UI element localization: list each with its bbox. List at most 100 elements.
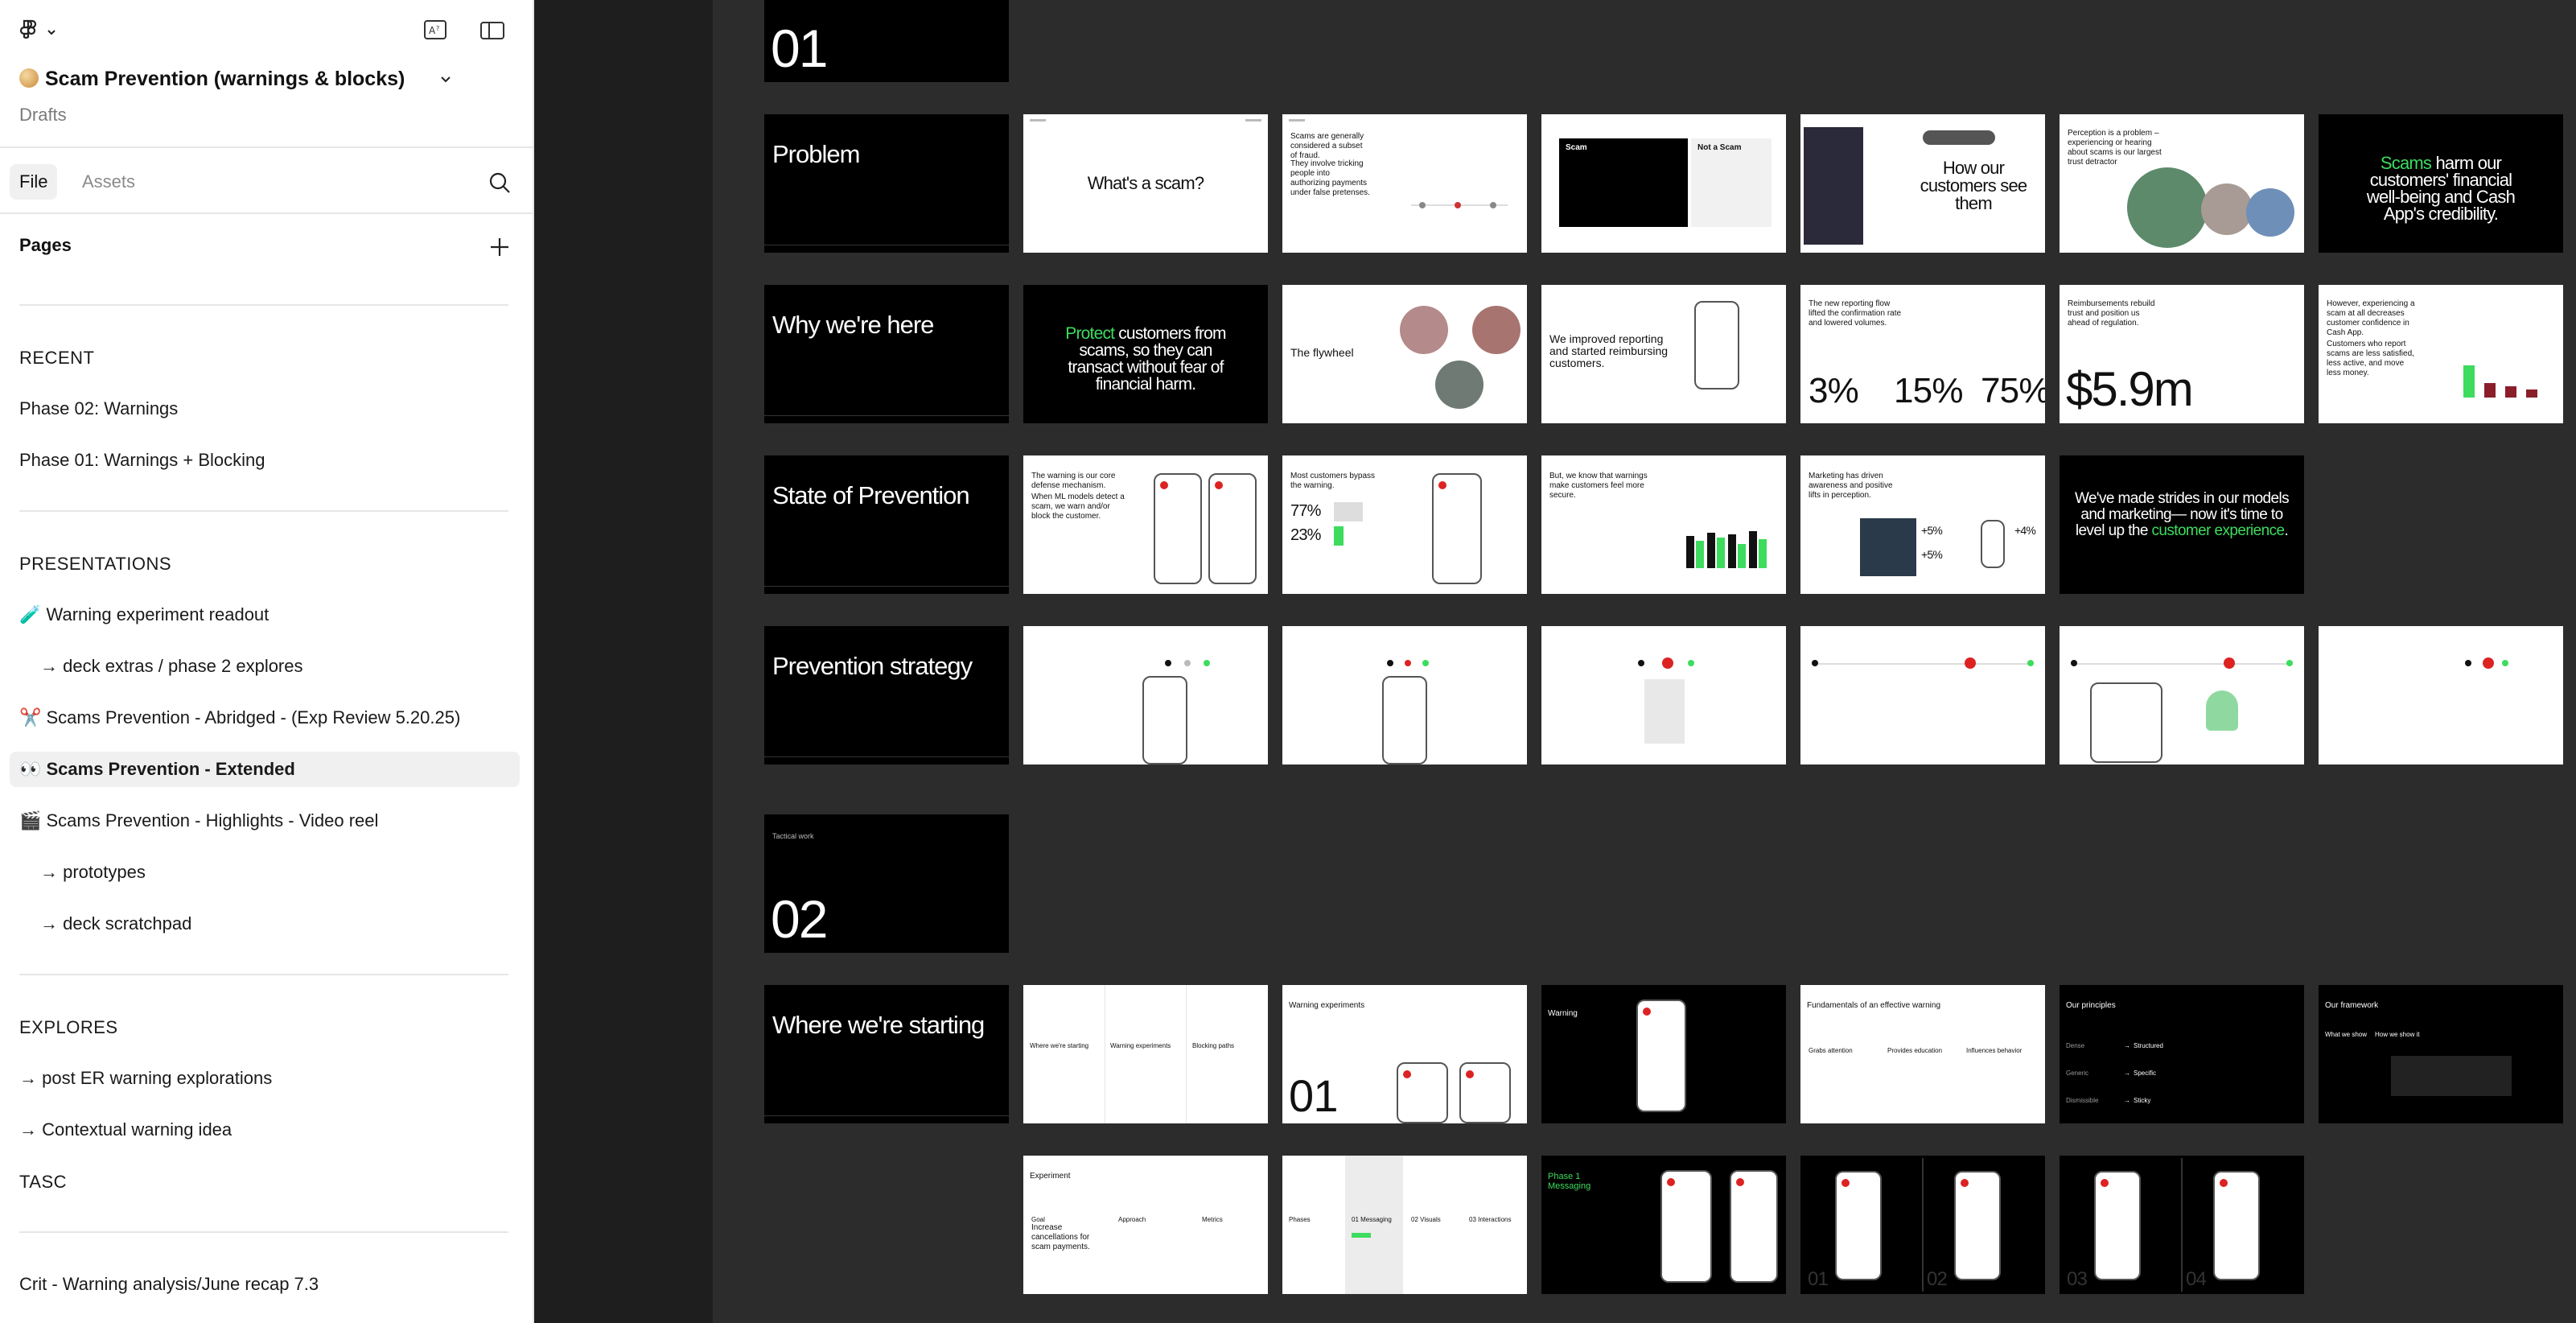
step-dot — [1387, 660, 1393, 666]
project-location[interactable]: Drafts — [19, 105, 67, 126]
phone-mockup — [2090, 682, 2162, 763]
tab-assets[interactable]: Assets — [72, 164, 145, 200]
slide-strategy-4[interactable] — [1800, 626, 2045, 765]
section-number: 01 — [771, 19, 828, 78]
section-slide-starting[interactable]: Where we're starting — [764, 985, 1009, 1123]
slide-warning-core[interactable]: The warning is our core defense mechanis… — [1023, 455, 1268, 594]
slide-strategy-5[interactable] — [2060, 626, 2304, 765]
page-item[interactable]: → deck extras / phase 2 explores — [10, 649, 520, 684]
slide-hint — [1030, 119, 1046, 122]
step-dot — [1422, 660, 1429, 666]
section-slide-02[interactable]: Tactical work 02 — [764, 814, 1009, 953]
section-title: Where we're starting — [772, 1011, 985, 1039]
page-item[interactable]: → post ER warning explorations — [10, 1061, 520, 1096]
flywheel-circle — [1400, 306, 1448, 354]
phone-mockup — [1660, 1170, 1712, 1283]
slide-variants-01-02[interactable]: 01 02 — [1800, 1156, 2045, 1294]
slide-improved-reporting[interactable]: We improved reporting and started reimbu… — [1541, 285, 1786, 423]
step-dot — [2465, 660, 2471, 666]
phone-mockup — [1835, 1171, 1882, 1280]
slide-marketing[interactable]: Marketing has driven awareness and posit… — [1800, 455, 2045, 594]
slide-title: Fundamentals of an effective warning — [1807, 1001, 1941, 1010]
step-dot — [1405, 660, 1411, 666]
slide-but-we-know[interactable]: But, we know that warnings make customer… — [1541, 455, 1786, 594]
page-item[interactable]: Phase 01: Warnings + Blocking — [10, 443, 520, 478]
slide-hint — [1245, 119, 1261, 122]
slide-where-starting[interactable]: Where we're starting Warning experiments… — [1023, 985, 1268, 1123]
phase-title: 01 Messaging — [1352, 1216, 1392, 1223]
slide-however[interactable]: However, experiencing a scam at all decr… — [2319, 285, 2563, 423]
design-canvas[interactable]: 01 Problem What's a scam? Scams are gene… — [536, 0, 2576, 1323]
figma-menu-button[interactable] — [19, 18, 64, 47]
slide-scam-vs-not[interactable]: Scam Not a Scam — [1541, 114, 1786, 253]
section-slide-problem[interactable]: Problem — [764, 114, 1009, 253]
ai-translate-icon[interactable]: A? — [422, 18, 451, 43]
tab-file[interactable]: File — [10, 164, 58, 200]
page-item[interactable]: Phase 02: Warnings — [10, 391, 520, 427]
slide-reimbursements[interactable]: Reimbursements rebuild trust and positio… — [2060, 285, 2304, 423]
slide-title: Scams harm our customers' financial well… — [2360, 155, 2521, 223]
page-item-selected[interactable]: 👀 Scams Prevention - Extended — [10, 752, 520, 787]
section-slide-strategy[interactable]: Prevention strategy — [764, 626, 1009, 765]
slide-text: Most customers bypass the warning. — [1290, 472, 1376, 490]
slide-framework[interactable]: Our framework What we show How we show i… — [2319, 985, 2563, 1123]
slide-scams-subset[interactable]: Scams are generally considered a subset … — [1282, 114, 1527, 253]
section-slide-why[interactable]: Why we're here — [764, 285, 1009, 423]
bubble — [2201, 183, 2253, 235]
sidebar-tabs: File Assets — [0, 150, 534, 214]
slide-scams-harm[interactable]: Scams harm our customers' financial well… — [2319, 114, 2563, 253]
slide-warning[interactable]: Warning — [1541, 985, 1786, 1123]
slide-experiment[interactable]: Experiment Goal Increase cancellations f… — [1023, 1156, 1268, 1294]
phone-mockup — [1397, 1062, 1448, 1123]
slide-strategy-1[interactable] — [1023, 626, 1268, 765]
slide-title: Warning — [1548, 1009, 1578, 1018]
onion-emoji-icon — [19, 68, 39, 88]
section-slide-01[interactable]: 01 — [764, 0, 1009, 82]
slide-new-reporting[interactable]: The new reporting flow lifted the confir… — [1800, 285, 2045, 423]
slide-title: Our principles — [2066, 1001, 2116, 1010]
slide-warning-experiments-01[interactable]: Warning experiments 01 — [1282, 985, 1527, 1123]
page-item[interactable]: → deck scratchpad — [10, 906, 520, 942]
slide-whats-a-scam[interactable]: What's a scam? — [1023, 114, 1268, 253]
page-item[interactable]: Crit - Warning analysis/June recap 7.3 — [10, 1267, 520, 1302]
stat-bar — [1334, 502, 1363, 521]
slide-strategy-2[interactable] — [1282, 626, 1527, 765]
variant-number: 02 — [1927, 1268, 1948, 1290]
section-slide-state[interactable]: State of Prevention — [764, 455, 1009, 594]
stat: 3% — [1809, 371, 1859, 410]
slide-phase1-messaging[interactable]: Phase 1 Messaging — [1541, 1156, 1786, 1294]
slide-flywheel[interactable]: The flywheel — [1282, 285, 1527, 423]
slide-perception[interactable]: Perception is a problem – experiencing o… — [2060, 114, 2304, 253]
column-title: Influences behavior — [1966, 1047, 2023, 1054]
project-title[interactable]: Scam Prevention (warnings & blocks) — [19, 68, 405, 91]
slide-how-customers-see[interactable]: How our customers see them — [1800, 114, 2045, 253]
flywheel-circle — [1435, 361, 1483, 409]
slide-strategy-6[interactable] — [2319, 626, 2563, 765]
phone-mockup — [1208, 473, 1257, 584]
slide-text: Marketing has driven awareness and posit… — [1809, 472, 1893, 500]
slide-fundamentals[interactable]: Fundamentals of an effective warning Gra… — [1800, 985, 2045, 1123]
page-item[interactable]: → Contextual warning idea — [10, 1112, 520, 1148]
column-divider — [1922, 1158, 1924, 1292]
toggle-sidebar-icon[interactable] — [478, 18, 507, 43]
slide-most-bypass[interactable]: Most customers bypass the warning. 77% 2… — [1282, 455, 1527, 594]
slide-protect[interactable]: Protect customers from scams, so they ca… — [1023, 285, 1268, 423]
slide-phases[interactable]: Phases 01 Messaging 02 Visuals 03 Intera… — [1282, 1156, 1527, 1294]
slide-variants-03-04[interactable]: 03 04 — [2060, 1156, 2304, 1294]
bubble — [2127, 167, 2208, 248]
slide-made-strides[interactable]: We've made strides in our models and mar… — [2060, 455, 2304, 594]
add-page-plus-icon[interactable] — [488, 235, 512, 259]
search-icon[interactable] — [486, 169, 513, 196]
project-menu-chevron-icon[interactable] — [439, 74, 452, 89]
page-item[interactable]: 🧪 Warning experiment readout — [10, 597, 520, 633]
page-item[interactable]: → prototypes — [10, 855, 520, 890]
phone-mockup — [2094, 1171, 2141, 1280]
slide-principles[interactable]: Our principles Dense Generic Dismissible… — [2060, 985, 2304, 1123]
slide-strategy-3[interactable] — [1541, 626, 1786, 765]
slide-title: Phase 1 — [1548, 1172, 1581, 1181]
page-item[interactable]: ✂️ Scams Prevention - Abridged - (Exp Re… — [10, 700, 520, 736]
step-dot — [1204, 660, 1210, 666]
page-item[interactable]: 🎬 Scams Prevention - Highlights - Video … — [10, 803, 520, 839]
slide-text: Customers who report scams are less sati… — [2327, 340, 2414, 377]
project-title-text: Scam Prevention (warnings & blocks) — [45, 68, 405, 90]
